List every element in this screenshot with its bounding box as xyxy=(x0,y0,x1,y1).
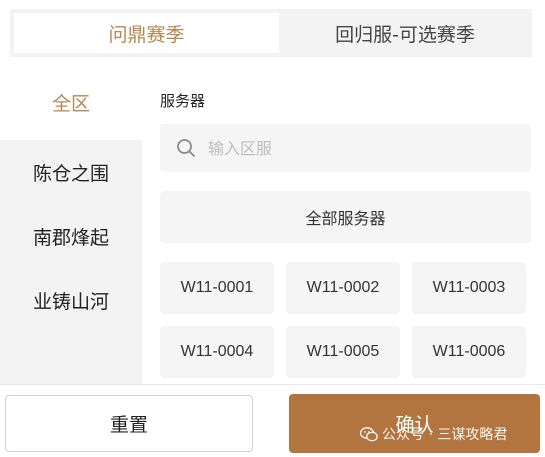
tab-return-server-season[interactable]: 回归服-可选赛季 xyxy=(278,9,532,57)
search-input[interactable] xyxy=(206,137,510,159)
sidebar-filler xyxy=(0,332,142,384)
sidebar-item-all[interactable]: 全区 xyxy=(0,70,142,134)
server-button[interactable]: W11-0004 xyxy=(160,326,274,378)
tab-wending-season[interactable]: 问鼎赛季 xyxy=(14,13,279,53)
server-button[interactable]: W11-0005 xyxy=(286,326,400,378)
season-tabs: 问鼎赛季 回归服-可选赛季 xyxy=(10,9,532,57)
sidebar-item-chencang[interactable]: 陈仓之围 xyxy=(0,140,142,204)
wechat-icon xyxy=(360,426,378,441)
sidebar-item-nanjun[interactable]: 南郡烽起 xyxy=(0,204,142,268)
sidebar-item-yezhu[interactable]: 业铸山河 xyxy=(0,268,142,332)
watermark: 公众号 · 三谋攻略君 xyxy=(360,424,507,444)
server-search[interactable] xyxy=(160,124,531,172)
server-button[interactable]: W11-0006 xyxy=(412,326,526,378)
footer-divider xyxy=(0,384,545,385)
search-icon xyxy=(177,139,195,157)
reset-button[interactable]: 重置 xyxy=(5,395,253,452)
section-title: 服务器 xyxy=(160,92,206,110)
watermark-text: 公众号 · 三谋攻略君 xyxy=(382,427,508,443)
server-button[interactable]: W11-0003 xyxy=(412,262,526,314)
all-servers-button[interactable]: 全部服务器 xyxy=(160,191,531,243)
region-sidebar: 全区 陈仓之围 南郡烽起 业铸山河 xyxy=(0,70,142,384)
server-button[interactable]: W11-0001 xyxy=(160,262,274,314)
server-button[interactable]: W11-0002 xyxy=(286,262,400,314)
